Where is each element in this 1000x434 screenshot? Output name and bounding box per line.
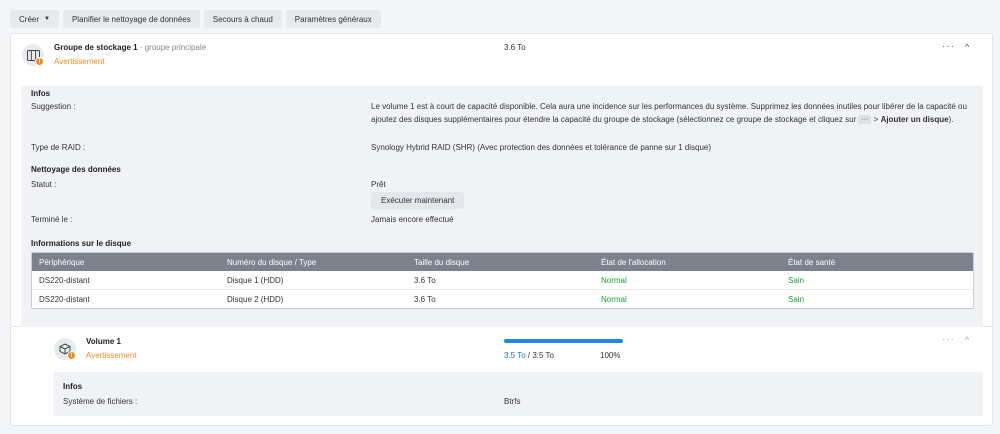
volume-usage-separator: / bbox=[527, 351, 531, 360]
collapse-icon[interactable]: ^ bbox=[965, 335, 969, 345]
suggestion-text: Le volume 1 est à court de capacité disp… bbox=[371, 100, 983, 126]
volume-card: ! Volume 1 Avertissement 3.5 To / 3.5 To… bbox=[10, 327, 993, 426]
disk-size-cell: 3.6 To bbox=[414, 275, 436, 285]
info-heading: Infos bbox=[31, 89, 51, 98]
finished-value: Jamais encore effectué bbox=[371, 215, 454, 224]
volume-info-heading: Infos bbox=[63, 382, 83, 391]
volume-usage-bar bbox=[504, 339, 623, 343]
volume-title: Volume 1 bbox=[86, 337, 121, 346]
disk-table: Périphérique Numéro du disque / Type Tai… bbox=[31, 252, 974, 309]
suggestion-separator: > bbox=[873, 115, 879, 124]
general-settings-button[interactable]: Paramètres généraux bbox=[285, 10, 381, 28]
volume-percent: 100% bbox=[600, 351, 621, 360]
allocation-status-cell: Normal bbox=[601, 275, 627, 285]
disk-number-cell: Disque 2 (HDD) bbox=[227, 295, 284, 304]
pool-status: Avertissement bbox=[54, 57, 105, 66]
hot-spare-button[interactable]: Secours à chaud bbox=[203, 10, 282, 28]
more-icon[interactable]: ··· bbox=[942, 41, 955, 52]
run-now-button[interactable]: Exécuter maintenant bbox=[371, 192, 465, 209]
volume-detail-panel: Infos Système de fichiers : Btrfs bbox=[53, 372, 983, 416]
column-header: État de l'allocation bbox=[601, 257, 666, 267]
volume-used: 3.5 To bbox=[504, 351, 526, 360]
volume-status: Avertissement bbox=[86, 351, 137, 360]
filesystem-label: Système de fichiers : bbox=[63, 397, 138, 406]
device-cell: DS220-distant bbox=[39, 275, 90, 285]
storage-pool-card: ! Groupe de stockage 1 - groupe principa… bbox=[10, 33, 993, 346]
volume-usage-fill bbox=[504, 339, 623, 343]
column-header: État de santé bbox=[788, 257, 836, 267]
add-disk-action: Ajouter un disque bbox=[880, 115, 949, 124]
table-row[interactable]: DS220-distant Disque 1 (HDD) 3.6 To Norm… bbox=[32, 271, 973, 290]
column-header: Numéro du disque / Type bbox=[227, 257, 317, 267]
pool-subtitle: - groupe principale bbox=[139, 43, 207, 52]
toolbar: Créer ▼ Planifier le nettoyage de donnée… bbox=[10, 10, 381, 28]
column-header: Taille du disque bbox=[414, 257, 470, 267]
chevron-down-icon: ▼ bbox=[44, 16, 50, 22]
volume-total: 3.5 To bbox=[532, 351, 555, 360]
column-header: Périphérique bbox=[39, 257, 85, 267]
disk-size-cell: 3.6 To bbox=[414, 295, 436, 304]
health-status-cell: Sain bbox=[788, 275, 805, 285]
warning-icon: ! bbox=[35, 57, 44, 66]
pool-capacity: 3.6 To bbox=[504, 43, 526, 52]
disk-info-heading: Informations sur le disque bbox=[31, 239, 132, 248]
suggestion-end: ). bbox=[948, 115, 954, 124]
pool-detail-panel: Infos Suggestion : Le volume 1 est à cou… bbox=[21, 86, 983, 346]
raid-type-label: Type de RAID : bbox=[31, 143, 86, 152]
pool-name: Groupe de stockage 1 bbox=[54, 43, 138, 52]
suggestion-body: Le volume 1 est à court de capacité disp… bbox=[371, 102, 967, 124]
schedule-scrub-button[interactable]: Planifier le nettoyage de données bbox=[62, 10, 200, 28]
device-cell: DS220-distant bbox=[39, 295, 90, 304]
warning-icon: ! bbox=[67, 351, 76, 360]
filesystem-value: Btrfs bbox=[504, 397, 521, 406]
raid-type-value: Synology Hybrid RAID (SHR) (Avec protect… bbox=[371, 143, 712, 152]
pool-title: Groupe de stockage 1 - groupe principale bbox=[54, 43, 206, 52]
create-button[interactable]: Créer ▼ bbox=[10, 10, 59, 28]
more-icon[interactable]: ··· bbox=[942, 334, 955, 345]
create-label: Créer bbox=[19, 14, 40, 24]
scrub-status-label: Statut : bbox=[31, 180, 57, 189]
allocation-status-cell: Normal bbox=[601, 295, 627, 304]
finished-label: Terminé le : bbox=[31, 215, 73, 224]
disk-number-cell: Disque 1 (HDD) bbox=[227, 275, 284, 285]
table-header: Périphérique Numéro du disque / Type Tai… bbox=[32, 253, 973, 271]
volume-usage-text: 3.5 To / 3.5 To bbox=[504, 351, 554, 360]
more-icon: ··· bbox=[858, 115, 872, 125]
table-row[interactable]: DS220-distant Disque 2 (HDD) 3.6 To Norm… bbox=[32, 290, 973, 308]
collapse-icon[interactable]: ^ bbox=[965, 42, 969, 52]
health-status-cell: Sain bbox=[788, 295, 805, 304]
scrub-heading: Nettoyage des données bbox=[31, 165, 121, 174]
scrub-status-value: Prêt bbox=[371, 180, 386, 189]
suggestion-label: Suggestion : bbox=[31, 102, 76, 111]
